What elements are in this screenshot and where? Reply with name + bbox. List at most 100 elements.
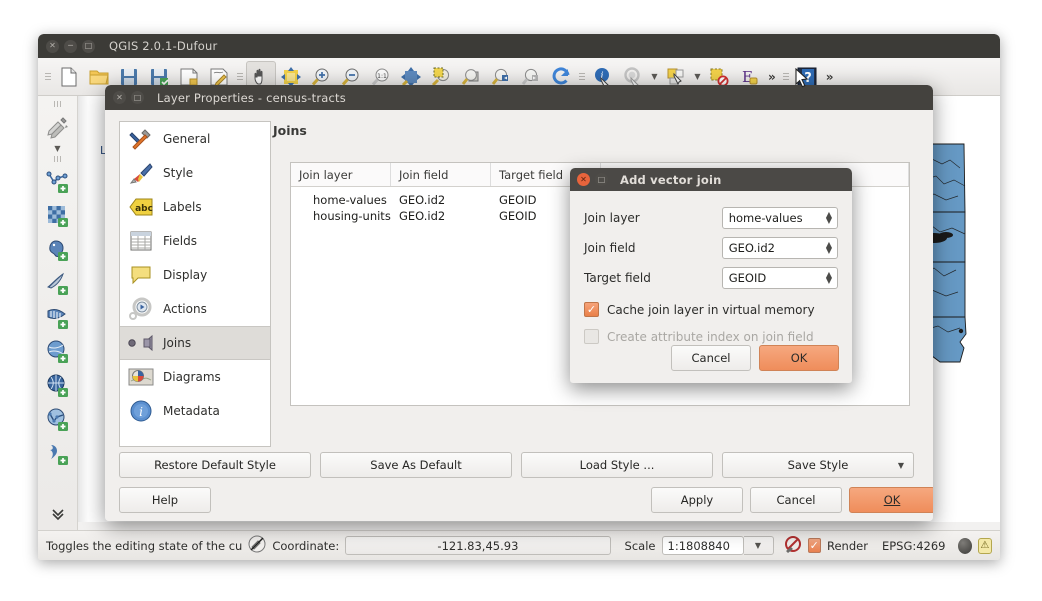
render-checkbox[interactable]: ✓ <box>807 538 821 553</box>
pencil-toggle-editing-icon[interactable] <box>41 110 75 144</box>
editing-dropdown-arrow[interactable]: ▼ <box>51 144 64 153</box>
svg-text:1:1: 1:1 <box>377 73 387 80</box>
add-mssql-layer-icon[interactable] <box>41 301 75 335</box>
join-field-row: Join field GEO.id2 ▲ ▼ <box>584 233 838 263</box>
maximize-window-button[interactable]: □ <box>82 39 95 53</box>
add-raster-layer-icon[interactable] <box>41 199 75 233</box>
add-vector-join-buttons: Cancel OK <box>671 345 839 371</box>
toolbar-grip[interactable] <box>45 68 51 86</box>
chevron-down-icon[interactable]: ▼ <box>898 461 904 470</box>
crs-status-icon[interactable] <box>957 537 972 554</box>
add-vector-layer-icon[interactable] <box>41 165 75 199</box>
toolbar-overflow-right-icon[interactable]: » <box>822 70 838 84</box>
target-field-combo[interactable]: GEOID ▲ ▼ <box>721 267 838 289</box>
sidebar-item-label: Style <box>163 166 194 180</box>
add-wfs-layer-icon[interactable] <box>41 403 75 437</box>
toolbar-grip-3[interactable] <box>579 68 585 86</box>
save-as-default-button[interactable]: Save As Default <box>320 452 512 478</box>
coordinate-label: Coordinate: <box>272 538 340 553</box>
layer-properties-title: Layer Properties - census-tracts <box>157 90 346 105</box>
sidebar-item-labels[interactable]: abc Labels <box>120 190 270 224</box>
sidebar-item-style[interactable]: Style <box>120 156 270 190</box>
avj-close-button[interactable]: ✕ <box>577 173 590 186</box>
messages-warning-icon[interactable]: ⚠ <box>977 537 993 554</box>
join-layer-value: home-values <box>728 211 803 225</box>
sidebar-item-diagrams[interactable]: Diagrams <box>120 360 270 394</box>
column-header-join-field[interactable]: Join field <box>391 163 491 186</box>
join-layer-combo[interactable]: home-values ▲ ▼ <box>721 207 838 229</box>
sidebar-item-fields[interactable]: Fields <box>120 224 270 258</box>
minimize-window-button[interactable]: ─ <box>64 39 77 53</box>
spinner-arrows-icon[interactable]: ▲ ▼ <box>826 271 834 285</box>
sidebar-item-actions[interactable]: Actions <box>120 292 270 326</box>
add-spatialite-layer-icon[interactable] <box>41 267 75 301</box>
toolbar-overflow-icon[interactable]: » <box>764 70 780 84</box>
target-field-row: Target field GEOID ▲ ▼ <box>584 263 838 293</box>
lp-maximize-button[interactable]: □ <box>131 91 144 104</box>
sidebar-item-label: Actions <box>163 302 207 316</box>
avj-cancel-button[interactable]: Cancel <box>671 345 751 371</box>
cell-join-field: GEO.id2 <box>399 209 446 223</box>
app-title: QGIS 2.0.1-Dufour <box>109 39 218 53</box>
page-title: Joins <box>273 123 307 138</box>
scale-label: Scale <box>624 538 656 553</box>
add-wms-layer-icon[interactable] <box>41 335 75 369</box>
avj-ok-button[interactable]: OK <box>759 345 839 371</box>
add-vector-join-title: Add vector join <box>620 172 722 187</box>
labels-icon: abc <box>128 194 154 220</box>
avj-window-controls[interactable]: ✕ □ <box>577 173 608 186</box>
general-icon <box>128 126 154 152</box>
feature-action-dropdown-arrow[interactable]: ▼ <box>648 72 661 81</box>
add-postgis-layer-icon[interactable] <box>41 233 75 267</box>
sidebar-item-display[interactable]: Display <box>120 258 270 292</box>
status-bar: Toggles the editing state of the cu Coor… <box>38 530 1000 560</box>
scale-value[interactable]: 1:1808840 <box>661 536 744 555</box>
new-project-icon[interactable] <box>54 61 84 93</box>
editing-state-icon[interactable] <box>248 535 266 556</box>
load-style-button[interactable]: Load Style ... <box>521 452 713 478</box>
column-header-join-layer[interactable]: Join layer <box>291 163 391 186</box>
ok-button[interactable]: OK <box>849 487 933 513</box>
cache-join-layer-row[interactable]: ✓ Cache join layer in virtual memory <box>584 296 838 323</box>
stop-render-icon[interactable] <box>784 535 802 556</box>
left-toolbar-grip-2[interactable] <box>50 156 66 162</box>
lp-window-controls[interactable]: ✕ □ <box>113 91 144 104</box>
save-style-label: Save Style <box>787 458 849 472</box>
scale-combo[interactable]: 1:1808840 ▼ <box>661 536 774 555</box>
add-delimited-text-layer-icon[interactable] <box>41 437 75 471</box>
toolbar-grip-4[interactable] <box>782 68 789 86</box>
expand-more-icon[interactable] <box>41 497 75 531</box>
map-left-shadow <box>78 96 88 522</box>
sidebar-item-joins[interactable]: Joins <box>120 326 270 360</box>
save-style-button[interactable]: Save Style ▼ <box>722 452 914 478</box>
select-dropdown-arrow[interactable]: ▼ <box>691 72 704 81</box>
apply-button[interactable]: Apply <box>651 487 743 513</box>
cache-join-layer-checkbox[interactable]: ✓ <box>584 302 599 317</box>
sidebar-item-general[interactable]: General <box>120 122 270 156</box>
style-icon <box>128 160 154 186</box>
help-button[interactable]: Help <box>119 487 211 513</box>
sidebar-item-label: Display <box>163 268 208 282</box>
sidebar-item-metadata[interactable]: i Metadata <box>120 394 270 428</box>
window-controls[interactable]: ✕ ─ □ <box>46 39 95 53</box>
spinner-arrows-icon[interactable]: ▲ ▼ <box>826 241 834 255</box>
actions-icon <box>128 296 154 322</box>
cancel-button[interactable]: Cancel <box>750 487 842 513</box>
add-vector-join-dialog: ✕ □ Add vector join Join layer home-valu… <box>570 168 852 383</box>
left-toolbar-grip[interactable] <box>50 101 66 107</box>
lp-close-button[interactable]: ✕ <box>113 91 126 104</box>
spinner-arrows-icon[interactable]: ▲ ▼ <box>826 211 834 225</box>
restore-default-style-button[interactable]: Restore Default Style <box>119 452 311 478</box>
close-window-button[interactable]: ✕ <box>46 39 59 53</box>
avj-maximize-button[interactable]: □ <box>595 173 608 186</box>
target-field-label: Target field <box>584 271 651 285</box>
toolbar-grip-2[interactable] <box>237 68 243 86</box>
scale-dropdown-arrow[interactable]: ▼ <box>743 536 774 555</box>
add-wcs-layer-icon[interactable] <box>41 369 75 403</box>
add-vector-join-body: Join layer home-values ▲ ▼ Join field GEO… <box>570 191 852 350</box>
sidebar-item-label: Diagrams <box>163 370 221 384</box>
coordinate-value[interactable]: -121.83,45.93 <box>345 536 611 555</box>
sidebar-item-label: Fields <box>163 234 197 248</box>
join-field-combo[interactable]: GEO.id2 ▲ ▼ <box>721 237 838 259</box>
fields-icon <box>128 228 154 254</box>
